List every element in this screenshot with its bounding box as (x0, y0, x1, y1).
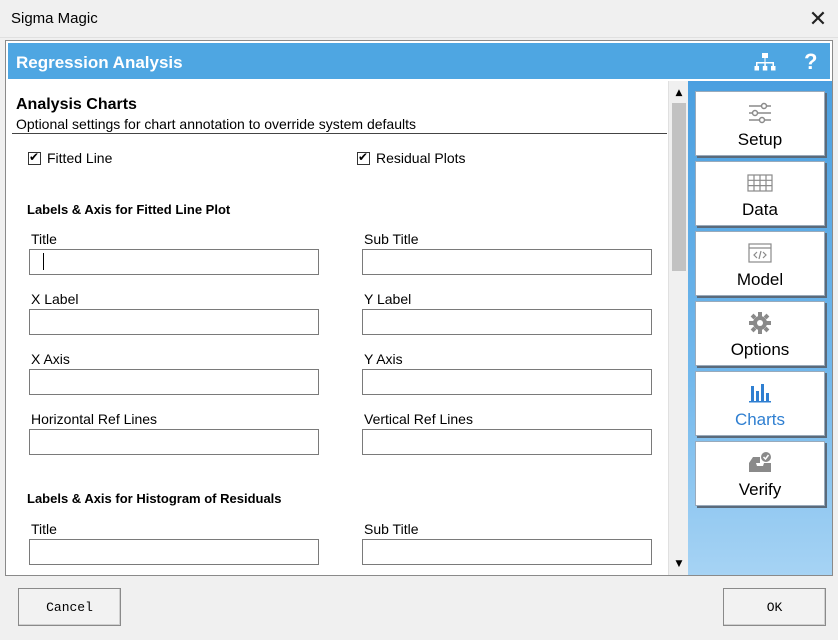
fitted-line-checkbox[interactable]: Fitted Line (28, 150, 112, 166)
nav-options-label: Options (730, 340, 790, 359)
nav-setup-label: Setup (737, 130, 783, 149)
fitted-xlabel-label: X Label (31, 291, 79, 307)
fitted-xlabel-input[interactable] (29, 309, 319, 335)
gear-icon (749, 312, 771, 334)
dialog-body: Regression Analysis ? Analysis Charts Op… (5, 40, 833, 576)
chart-settings-panel: Analysis Charts Optional settings for ch… (6, 81, 668, 575)
ok-button[interactable]: OK (723, 588, 826, 626)
scroll-down-icon[interactable]: ▼ (669, 555, 689, 572)
fitted-vref-label: Vertical Ref Lines (364, 411, 473, 427)
table-icon (747, 174, 773, 192)
fitted-href-label: Horizontal Ref Lines (31, 411, 158, 427)
window-titlebar: Sigma Magic ✕ (0, 0, 838, 38)
fitted-line-group-heading: Labels & Axis for Fitted Line Plot (27, 202, 231, 217)
fitted-yaxis-input[interactable] (362, 369, 652, 395)
dialog-title: Regression Analysis (16, 53, 183, 72)
scroll-thumb[interactable] (672, 103, 686, 271)
fitted-ylabel-label: Y Label (364, 291, 412, 307)
fitted-xaxis-input[interactable] (29, 369, 319, 395)
checkbox-checked-icon[interactable] (28, 150, 41, 165)
text-caret (43, 253, 44, 270)
fitted-title-label: Title (31, 231, 57, 247)
nav-charts-button[interactable]: Charts (695, 371, 825, 436)
hierarchy-icon[interactable] (754, 52, 776, 72)
nav-verify-label: Verify (738, 480, 782, 499)
nav-data-label: Data (742, 200, 778, 219)
fitted-line-label: Fitted Line (47, 150, 113, 166)
residual-plots-checkbox[interactable]: Residual Plots (357, 150, 466, 166)
hist-title-input[interactable] (29, 539, 319, 565)
section-title: Analysis Charts (16, 96, 137, 113)
sliders-icon (749, 102, 771, 124)
step-navigation: Setup Data Model Options Charts Verify (688, 81, 832, 575)
nav-data-button[interactable]: Data (695, 161, 825, 226)
fitted-xaxis-label: X Axis (31, 351, 70, 367)
help-icon[interactable]: ? (804, 49, 817, 75)
fitted-yaxis-label: Y Axis (364, 351, 403, 367)
cancel-button[interactable]: Cancel (18, 588, 121, 626)
inbox-check-icon (749, 452, 771, 472)
section-divider (12, 133, 667, 134)
nav-options-button[interactable]: Options (695, 301, 825, 366)
fitted-subtitle-input[interactable] (362, 249, 652, 275)
residual-plots-label: Residual Plots (376, 150, 466, 166)
section-description: Optional settings for chart annotation t… (16, 116, 416, 132)
fitted-ylabel-input[interactable] (362, 309, 652, 335)
fitted-vref-input[interactable] (362, 429, 652, 455)
hist-subtitle-label: Sub Title (364, 521, 419, 537)
content-scrollbar[interactable]: ▲ ▼ (668, 81, 688, 575)
scroll-up-icon[interactable]: ▲ (669, 84, 689, 101)
checkbox-checked-icon[interactable] (357, 150, 370, 165)
nav-model-label: Model (736, 270, 784, 289)
fitted-title-input[interactable] (29, 249, 319, 275)
hist-subtitle-input[interactable] (362, 539, 652, 565)
window-title: Sigma Magic (11, 10, 98, 27)
hist-title-label: Title (31, 521, 57, 537)
histogram-group-heading: Labels & Axis for Histogram of Residuals (27, 491, 282, 506)
dialog-header: Regression Analysis ? (6, 41, 832, 81)
nav-setup-button[interactable]: Setup (695, 91, 825, 156)
nav-charts-label: Charts (734, 410, 786, 429)
close-icon[interactable]: ✕ (798, 0, 838, 38)
fitted-subtitle-label: Sub Title (364, 231, 419, 247)
code-window-icon (748, 243, 772, 263)
fitted-href-input[interactable] (29, 429, 319, 455)
nav-verify-button[interactable]: Verify (695, 441, 825, 506)
bar-chart-icon (749, 384, 771, 403)
nav-model-button[interactable]: Model (695, 231, 825, 296)
